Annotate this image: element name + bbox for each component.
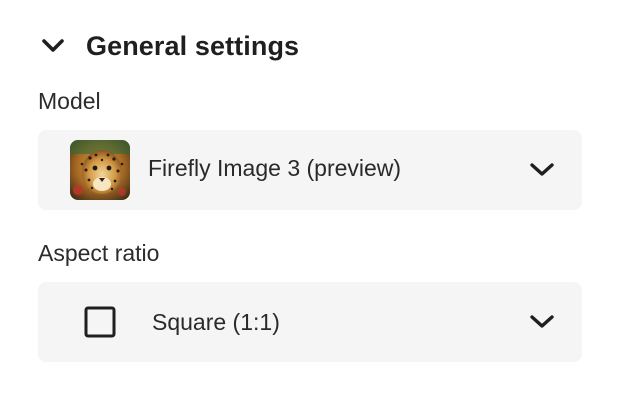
- leopard-thumbnail-icon: [70, 140, 130, 200]
- general-settings-panel: General settings Model Firefly Image 3 (…: [0, 0, 618, 402]
- model-label: Model: [38, 88, 101, 114]
- aspect-ratio-selected-value: Square (1:1): [152, 309, 280, 335]
- chevron-down-icon: [528, 156, 556, 184]
- model-selected-value: Firefly Image 3 (preview): [148, 155, 402, 181]
- model-picker[interactable]: Firefly Image 3 (preview): [38, 130, 582, 210]
- square-icon: [84, 306, 116, 338]
- section-title: General settings: [86, 30, 300, 61]
- aspect-ratio-picker[interactable]: Square (1:1): [38, 282, 582, 362]
- general-settings-header[interactable]: General settings: [40, 24, 299, 68]
- chevron-down-icon: [40, 33, 66, 59]
- chevron-down-icon: [528, 308, 556, 336]
- aspect-ratio-label: Aspect ratio: [38, 240, 160, 266]
